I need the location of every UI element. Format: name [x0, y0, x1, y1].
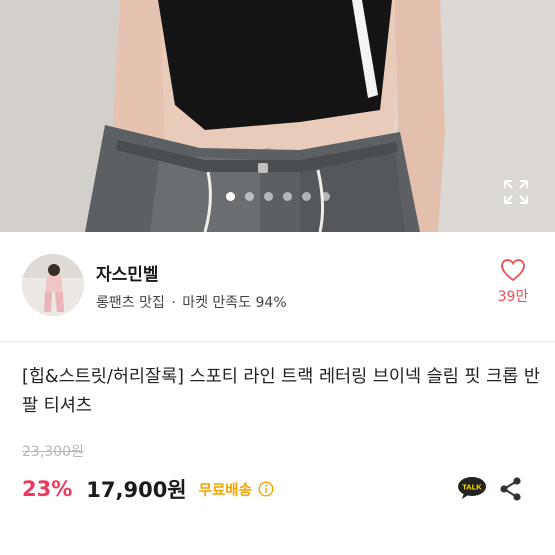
- pagination-dot[interactable]: [301, 192, 311, 201]
- product-info: [힙&스트릿/허리잘록] 스포티 라인 트랙 레터링 브이넥 슬림 핏 크롭 반…: [0, 343, 555, 555]
- gallery-pagination[interactable]: [0, 192, 555, 201]
- price-row: 23% 17,900원 무료배송: [22, 472, 274, 506]
- seller-subtitle: 롱팬츠 맛집 · 마켓 만족도 94%: [96, 292, 287, 312]
- pagination-dot[interactable]: [225, 192, 235, 201]
- seller-tagline: 롱팬츠 맛집: [96, 295, 165, 311]
- sale-price: 17,900원: [86, 478, 187, 502]
- discount-rate: 23%: [22, 477, 73, 501]
- info-icon[interactable]: [258, 481, 274, 497]
- product-image-gallery[interactable]: [0, 0, 555, 232]
- talk-label: TALK: [462, 483, 482, 492]
- talk-chat-icon[interactable]: TALK: [457, 476, 487, 500]
- pagination-dot[interactable]: [263, 192, 273, 201]
- pagination-dot[interactable]: [320, 192, 330, 201]
- market-satisfaction: 마켓 만족도 94%: [182, 295, 287, 311]
- seller-avatar[interactable]: [22, 254, 84, 316]
- seller-info[interactable]: 자스민벨 롱팬츠 맛집 · 마켓 만족도 94% 39만: [0, 232, 555, 342]
- seller-name[interactable]: 자스민벨: [96, 260, 159, 285]
- pagination-dot[interactable]: [244, 192, 254, 201]
- product-title: [힙&스트릿/허리잘록] 스포티 라인 트랙 레터링 브이넥 슬림 핏 크롭 반…: [22, 367, 540, 416]
- like-count: 39만: [497, 289, 529, 305]
- pagination-dot[interactable]: [282, 192, 292, 201]
- seller-avatar-image: [22, 254, 84, 316]
- separator: ·: [171, 295, 176, 311]
- expand-icon[interactable]: [503, 179, 529, 205]
- original-price: 23,300원: [22, 444, 84, 460]
- like-button[interactable]: 39만: [491, 258, 535, 306]
- share-icon[interactable]: [498, 476, 524, 502]
- heart-icon[interactable]: [500, 258, 526, 282]
- free-shipping-label: 무료배송: [198, 482, 252, 499]
